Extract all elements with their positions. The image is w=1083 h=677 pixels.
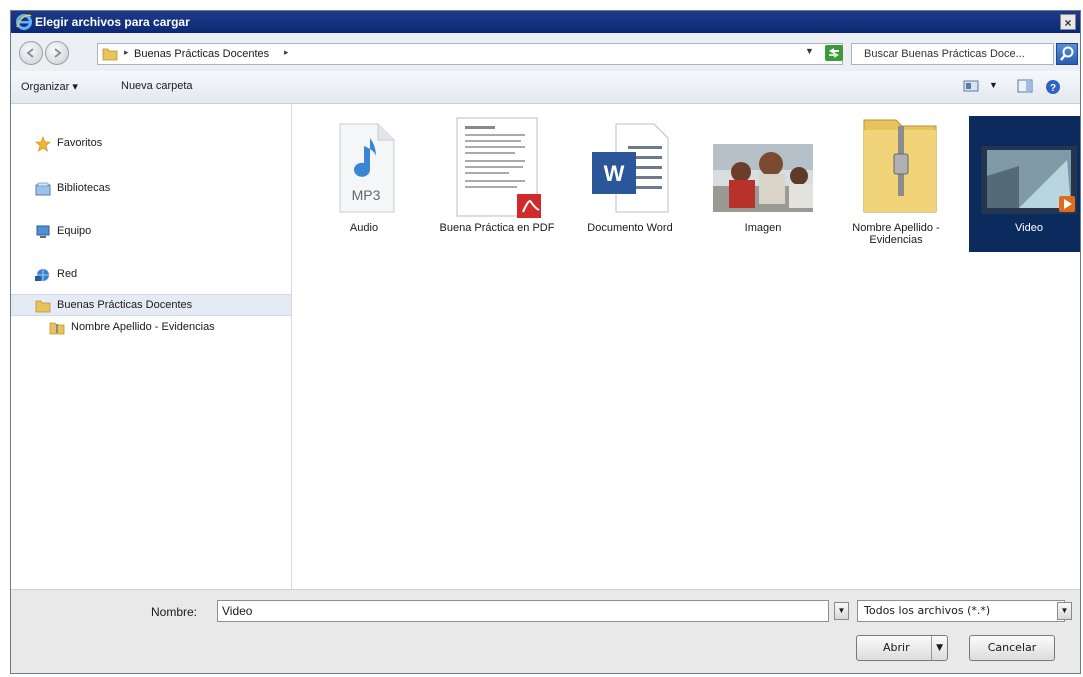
close-button[interactable]: × — [1060, 14, 1076, 30]
folder-icon — [35, 300, 51, 313]
breadcrumb-separator-icon: ▸ — [124, 47, 129, 57]
library-icon — [35, 182, 51, 196]
file-name: Documento Word — [587, 222, 673, 234]
breadcrumb-current[interactable]: Buenas Prácticas Docentes — [134, 48, 269, 60]
sidebar-item-label: Red — [57, 268, 78, 280]
forward-button[interactable] — [45, 41, 69, 65]
address-dropdown-icon[interactable]: ▼ — [805, 46, 814, 56]
file-item-audio[interactable]: MP3 Audio — [304, 116, 424, 252]
file-name: Nombre Apellido - Evidencias — [852, 222, 940, 246]
command-toolbar: Organizar ▾ Nueva carpeta ▼ ? — [11, 71, 1080, 104]
file-type-filter[interactable]: Todos los archivos (*.*) — [857, 600, 1065, 622]
video-thumbnail — [981, 146, 1077, 214]
address-bar[interactable]: ▸ Buenas Prácticas Docentes ▸ — [97, 43, 843, 65]
title-bar: Elegir archivos para cargar × — [11, 11, 1080, 33]
new-folder-button[interactable]: Nueva carpeta — [121, 80, 193, 92]
pdf-file-icon — [456, 117, 541, 218]
sidebar-item-label: Bibliotecas — [57, 182, 111, 194]
back-arrow-icon — [26, 48, 34, 58]
image-thumbnail — [713, 144, 813, 212]
view-dropdown-icon[interactable]: ▼ — [989, 80, 998, 90]
ie-logo-icon — [16, 14, 32, 30]
file-item-video[interactable]: Video — [969, 116, 1080, 252]
folder-icon — [102, 48, 118, 61]
mp3-badge: MP3 — [352, 187, 381, 203]
search-icon — [1060, 46, 1074, 61]
sidebar-item-label: Equipo — [57, 225, 92, 237]
file-name: Buena Práctica en PDF — [439, 222, 555, 234]
name-history-dropdown-button[interactable]: ▼ — [834, 602, 849, 620]
refresh-icon[interactable] — [824, 44, 844, 62]
name-label: Nombre: — [151, 605, 198, 619]
organize-button[interactable]: Organizar ▾ — [21, 80, 78, 93]
word-badge: W — [604, 161, 625, 186]
open-button[interactable]: Abrir ▼ — [856, 635, 948, 661]
file-item-word[interactable]: W Documento Word — [570, 116, 690, 252]
cancel-button[interactable]: Cancelar — [969, 635, 1055, 661]
forward-arrow-icon — [54, 48, 62, 58]
back-button[interactable] — [19, 41, 43, 65]
zip-folder-icon — [863, 119, 937, 213]
open-button-label: Abrir — [883, 641, 910, 654]
search-placeholder: Buscar Buenas Prácticas Doce... — [864, 48, 1025, 60]
file-name: Imagen — [744, 222, 782, 234]
file-item-pdf[interactable]: Buena Práctica en PDF — [437, 116, 557, 252]
file-item-image[interactable]: Imagen — [703, 116, 823, 252]
filter-dropdown-button[interactable]: ▼ — [1057, 602, 1072, 620]
mp3-file-icon: MP3 — [339, 123, 395, 213]
navigation-pane: Favoritos Bibliotecas Equipo Red Buenas … — [11, 104, 292, 589]
help-icon[interactable]: ? — [1045, 79, 1061, 95]
address-row: ▸ Buenas Prácticas Docentes ▸ ▼ Buscar B… — [11, 33, 1080, 71]
sidebar-item-label: Buenas Prácticas Docentes — [57, 299, 193, 311]
preview-pane-icon[interactable] — [1017, 79, 1033, 93]
open-dropdown-icon[interactable]: ▼ — [931, 636, 943, 660]
file-list: MP3 Audio Buena Práctica en PDF W Docume… — [292, 104, 1080, 589]
network-icon — [35, 269, 49, 281]
zip-folder-icon — [49, 322, 65, 335]
file-name: Video — [1015, 222, 1043, 234]
word-file-icon: W — [592, 123, 669, 213]
view-options-icon[interactable] — [963, 79, 979, 93]
window-title: Elegir archivos para cargar — [35, 15, 190, 29]
star-icon — [35, 136, 51, 152]
svg-text:?: ? — [1050, 83, 1056, 94]
file-name: Audio — [349, 222, 379, 234]
sidebar-item-label: Favoritos — [57, 137, 103, 149]
search-input[interactable]: Buscar Buenas Prácticas Doce... — [851, 43, 1054, 65]
sidebar-item-label: Nombre Apellido - Evidencias — [71, 321, 215, 333]
file-dialog: Elegir archivos para cargar × ▸ Buenas P… — [10, 10, 1081, 674]
footer-bar: Nombre: Video ▼ Todos los archivos (*.*)… — [11, 589, 1080, 673]
computer-icon — [36, 225, 50, 238]
search-button[interactable] — [1056, 43, 1078, 65]
breadcrumb-chevron-icon[interactable]: ▸ — [284, 47, 289, 58]
file-item-zip[interactable]: Nombre Apellido - Evidencias — [836, 116, 956, 252]
file-name-input[interactable]: Video — [217, 600, 829, 622]
